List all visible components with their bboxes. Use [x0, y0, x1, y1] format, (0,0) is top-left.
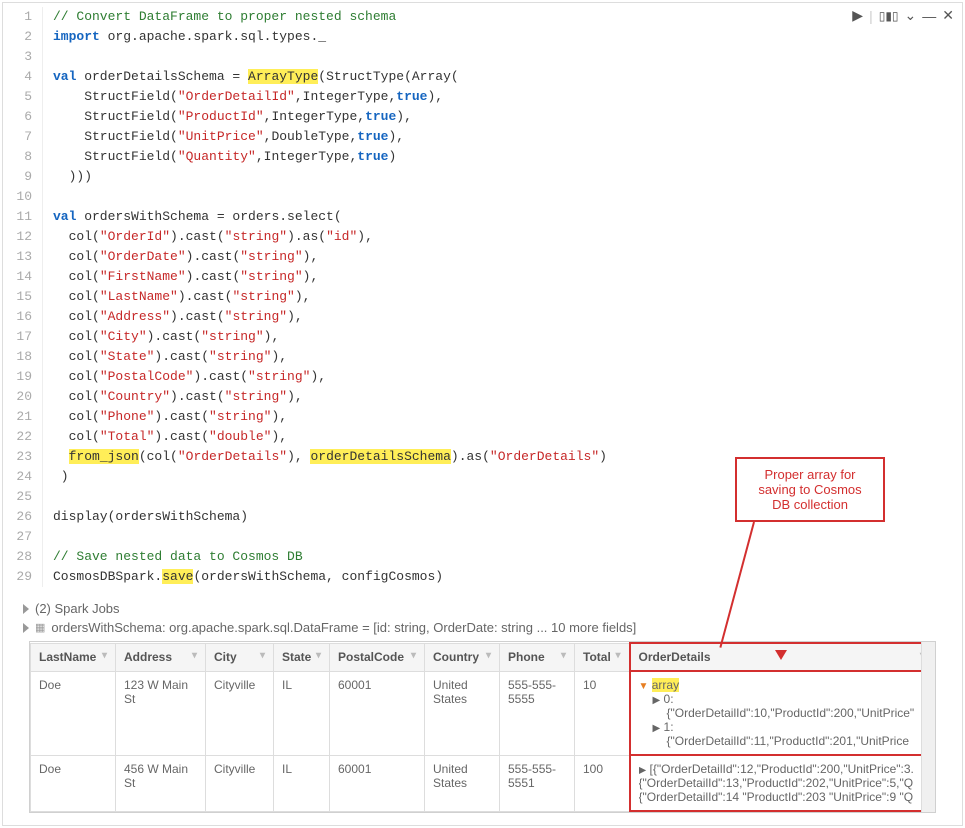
- schema-text: ordersWithSchema: org.apache.spark.sql.D…: [51, 620, 636, 635]
- sort-icon[interactable]: ▾: [102, 650, 107, 661]
- cell-toolbar: ▶ | ▯▮▯ ⌄ — ✕: [852, 7, 954, 24]
- line-gutter: 1234567891011121314151617181920212223242…: [3, 7, 43, 587]
- json-preview-line[interactable]: {"OrderDetailId":13,"ProductId":202,"Uni…: [639, 776, 926, 790]
- expand-arrow-icon[interactable]: ▶: [653, 695, 661, 706]
- sort-icon[interactable]: ▾: [561, 650, 566, 661]
- cell: Cityville: [206, 755, 274, 811]
- column-header[interactable]: State ▾: [274, 643, 330, 671]
- chart-icon[interactable]: ▯▮▯: [879, 9, 899, 23]
- column-header[interactable]: LastName ▾: [31, 643, 116, 671]
- result-table-wrap: Proper array for saving to Cosmos DB col…: [29, 641, 936, 813]
- cell: ▶ [{"OrderDetailId":12,"ProductId":200,"…: [630, 755, 935, 811]
- cell: IL: [274, 671, 330, 755]
- cell: 60001: [330, 671, 425, 755]
- sort-icon[interactable]: ▾: [316, 650, 321, 661]
- result-table: LastName ▾Address ▾City ▾State ▾PostalCo…: [30, 642, 935, 812]
- table-body: Doe123 W Main StCityvilleIL60001United S…: [31, 671, 935, 811]
- tree-item-value: {"OrderDetailId":11,"ProductId":201,"Uni…: [639, 734, 926, 748]
- column-header[interactable]: Address ▾: [116, 643, 206, 671]
- vertical-scrollbar[interactable]: [921, 642, 935, 812]
- tree-item[interactable]: ▶ 1:: [639, 720, 926, 734]
- menu-chevron-icon[interactable]: ⌄: [905, 7, 917, 24]
- table-row: Doe123 W Main StCityvilleIL60001United S…: [31, 671, 935, 755]
- cell: 456 W Main St: [116, 755, 206, 811]
- minimize-icon[interactable]: —: [922, 8, 936, 24]
- cell: 100: [575, 755, 630, 811]
- cell: 123 W Main St: [116, 671, 206, 755]
- table-header-row: LastName ▾Address ▾City ▾State ▾PostalCo…: [31, 643, 935, 671]
- expand-arrow-icon[interactable]: [23, 623, 29, 633]
- sort-icon[interactable]: ▾: [486, 650, 491, 661]
- spark-jobs-row[interactable]: (2) Spark Jobs: [23, 601, 942, 616]
- cell: Doe: [31, 755, 116, 811]
- sort-icon[interactable]: ▾: [411, 650, 416, 661]
- table-row: Doe456 W Main StCityvilleIL60001United S…: [31, 755, 935, 811]
- column-header[interactable]: Total ▾: [575, 643, 630, 671]
- cell-output: (2) Spark Jobs ▦ ordersWithSchema: org.a…: [3, 591, 962, 825]
- close-icon[interactable]: ✕: [942, 7, 954, 24]
- cell: Cityville: [206, 671, 274, 755]
- tree-root[interactable]: ▼ array: [639, 678, 926, 692]
- tree-item[interactable]: ▶ 0:: [639, 692, 926, 706]
- sort-icon[interactable]: ▾: [615, 650, 620, 661]
- callout-annotation: Proper array for saving to Cosmos DB col…: [735, 457, 885, 522]
- cell: Doe: [31, 671, 116, 755]
- expand-arrow-icon[interactable]: ▶: [639, 765, 647, 776]
- column-header[interactable]: Country ▾: [425, 643, 500, 671]
- column-header[interactable]: PostalCode ▾: [330, 643, 425, 671]
- notebook-cell: ▶ | ▯▮▯ ⌄ — ✕ 12345678910111213141516171…: [2, 2, 963, 826]
- expand-arrow-icon[interactable]: [23, 604, 29, 614]
- json-preview-line[interactable]: ▶ [{"OrderDetailId":12,"ProductId":200,"…: [639, 762, 926, 776]
- cell: ▼ array▶ 0:{"OrderDetailId":10,"ProductI…: [630, 671, 935, 755]
- json-preview-line[interactable]: {"OrderDetailId":14 "ProductId":203 "Uni…: [639, 790, 926, 804]
- collapse-arrow-icon[interactable]: ▼: [639, 681, 649, 692]
- sort-icon[interactable]: ▾: [192, 650, 197, 661]
- cell: United States: [425, 671, 500, 755]
- column-header[interactable]: City ▾: [206, 643, 274, 671]
- cell: 555-555-5551: [500, 755, 575, 811]
- column-header[interactable]: Phone ▾: [500, 643, 575, 671]
- sort-icon[interactable]: ▾: [260, 650, 265, 661]
- array-label: array: [652, 678, 679, 692]
- divider: |: [869, 8, 873, 24]
- spark-jobs-label: (2) Spark Jobs: [35, 601, 120, 616]
- run-icon[interactable]: ▶: [852, 7, 863, 24]
- callout-arrow-head: [775, 650, 787, 660]
- cell: IL: [274, 755, 330, 811]
- cell: 60001: [330, 755, 425, 811]
- cell: United States: [425, 755, 500, 811]
- cell: 10: [575, 671, 630, 755]
- cell: 555-555-5555: [500, 671, 575, 755]
- table-icon: ▦: [35, 621, 45, 634]
- schema-row[interactable]: ▦ ordersWithSchema: org.apache.spark.sql…: [23, 620, 942, 635]
- tree-item-value: {"OrderDetailId":10,"ProductId":200,"Uni…: [639, 706, 926, 720]
- expand-arrow-icon[interactable]: ▶: [653, 723, 661, 734]
